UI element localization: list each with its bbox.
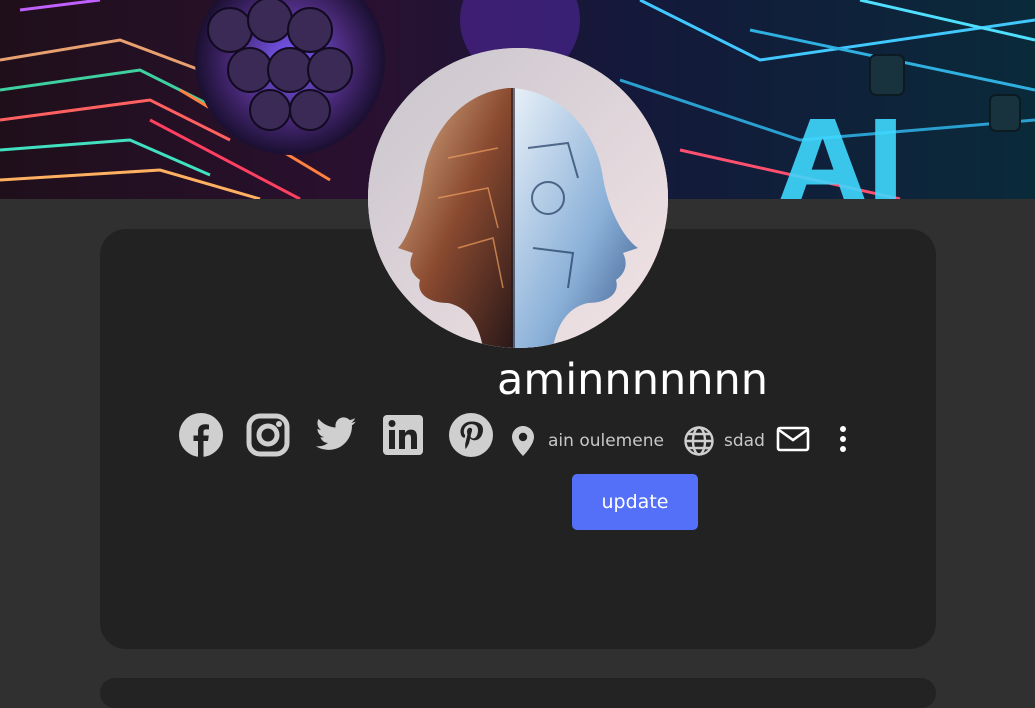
instagram-link[interactable]	[246, 413, 290, 457]
twitter-link[interactable]	[313, 413, 357, 457]
instagram-icon	[246, 413, 290, 457]
linkedin-link[interactable]	[381, 413, 425, 457]
profile-website: sdad	[724, 431, 765, 451]
profile-username: aminnnnnnn	[497, 355, 768, 405]
banner-ai-text: AI	[780, 97, 906, 199]
location-pin-icon	[512, 426, 534, 456]
more-options-button[interactable]	[830, 424, 856, 456]
linkedin-icon	[383, 415, 423, 455]
facebook-link[interactable]	[179, 413, 223, 457]
twitter-icon	[315, 417, 357, 450]
pinterest-icon	[449, 413, 493, 457]
profile-location: ain oulemene	[548, 431, 664, 451]
more-vertical-icon	[840, 426, 846, 452]
facebook-icon	[179, 413, 223, 457]
globe-icon	[684, 426, 714, 456]
pinterest-link[interactable]	[449, 413, 493, 457]
update-button[interactable]: update	[572, 474, 698, 530]
email-button[interactable]	[776, 424, 810, 454]
avatar	[368, 48, 668, 348]
mail-icon	[776, 426, 810, 452]
